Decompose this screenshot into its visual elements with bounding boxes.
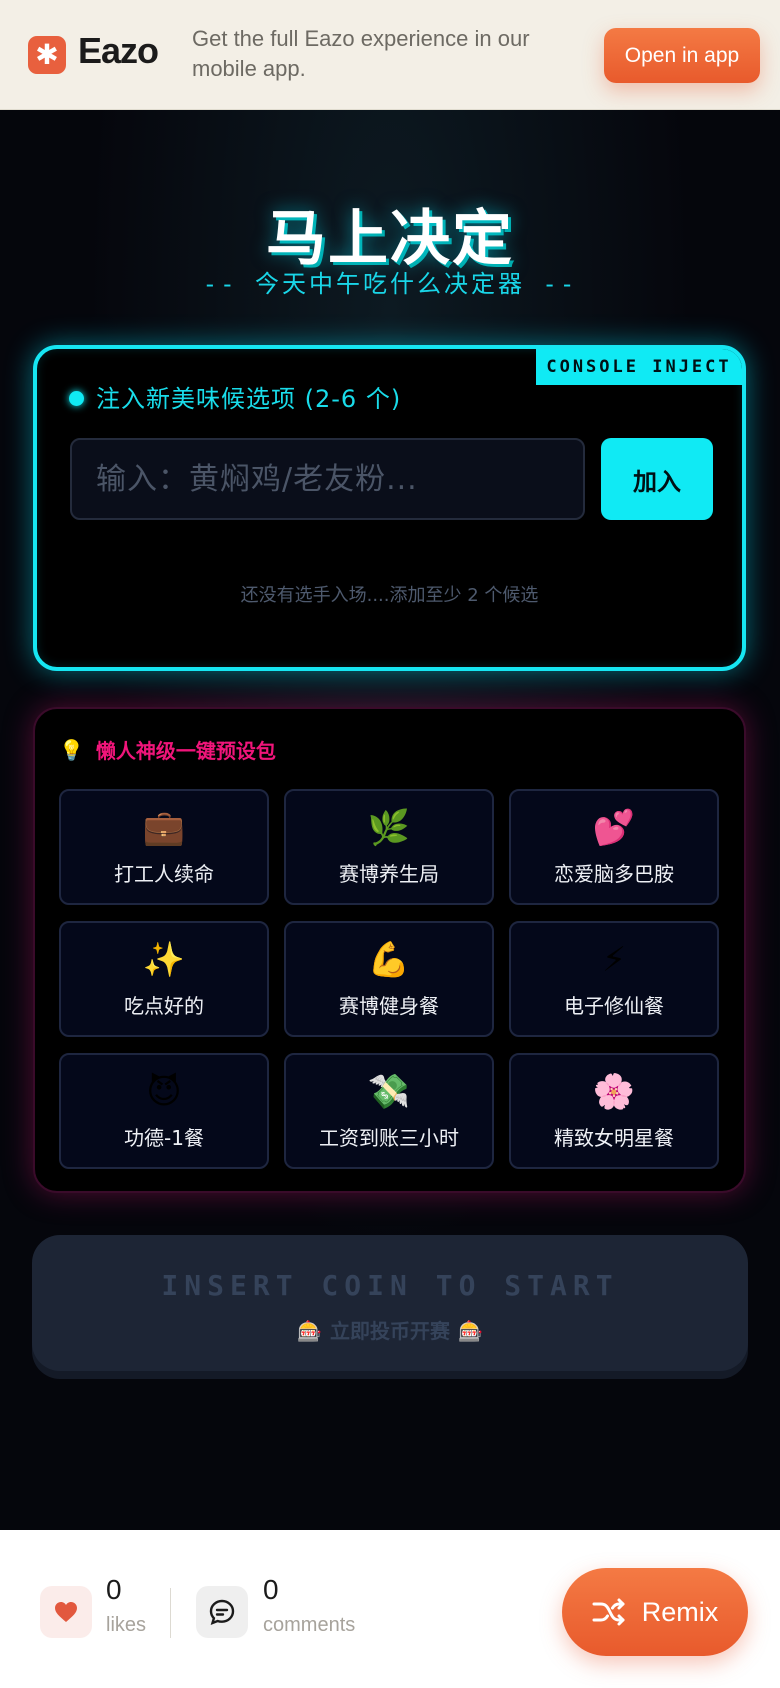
two-hearts-icon: 💕 xyxy=(592,807,636,848)
shuffle-icon xyxy=(592,1597,626,1627)
start-sub-text: 立即投币开赛 xyxy=(330,1319,450,1343)
money-wings-icon: 💸 xyxy=(367,1071,411,1112)
slot-machine-icon: 🎰 xyxy=(458,1319,483,1343)
preset-button[interactable]: 💕 恋爱脑多巴胺 xyxy=(509,789,719,905)
heart-icon xyxy=(55,1602,77,1622)
start-main-label: INSERT COIN TO START xyxy=(161,1269,619,1302)
empty-candidates-hint: 还没有选手入场....添加至少 2 个候选 xyxy=(240,585,539,606)
likes-count: 0 xyxy=(106,1574,122,1605)
lightning-icon: ⚡ xyxy=(602,939,626,980)
preset-button[interactable]: ✨ 吃点好的 xyxy=(59,921,269,1037)
herb-icon: 🌿 xyxy=(367,807,411,848)
preset-label: 电子修仙餐 xyxy=(564,993,664,1018)
eazo-logo-text: Eazo xyxy=(78,30,159,71)
remix-button[interactable]: Remix xyxy=(562,1568,748,1656)
insert-coin-start-button[interactable]: INSERT COIN TO START 🎰 立即投币开赛 🎰 xyxy=(32,1235,748,1371)
preset-header: 💡 懒人神级一键预设包 xyxy=(59,735,276,764)
like-button[interactable] xyxy=(40,1586,92,1638)
preset-button[interactable]: 💸 工资到账三小时 xyxy=(284,1053,494,1169)
inject-label: 注入新美味候选项 (2-6 个) xyxy=(96,385,402,413)
preset-button[interactable]: 😈 功德-1餐 xyxy=(59,1053,269,1169)
comments-label: comments xyxy=(263,1614,356,1636)
preset-button[interactable]: 🌿 赛博养生局 xyxy=(284,789,494,905)
console-inject-tag: CONSOLE INJECT xyxy=(536,349,742,385)
lightbulb-icon: 💡 xyxy=(59,737,84,762)
briefcase-icon: 💼 xyxy=(142,807,186,848)
preset-label: 精致女明星餐 xyxy=(554,1125,674,1150)
preset-button[interactable]: 🌸 精致女明星餐 xyxy=(509,1053,719,1169)
comment-button[interactable] xyxy=(196,1586,248,1638)
preset-label: 工资到账三小时 xyxy=(319,1125,459,1150)
devil-face-icon: 😈 xyxy=(146,1071,182,1112)
slot-machine-icon: 🎰 xyxy=(297,1319,322,1343)
eazo-logo-icon: ✱ xyxy=(28,36,66,74)
start-sub-label: 🎰 立即投币开赛 🎰 xyxy=(32,1315,748,1344)
footer-divider xyxy=(170,1588,171,1638)
preset-grid: 💼 打工人续命 🌿 赛博养生局 💕 恋爱脑多巴胺 ✨ 吃点好的 💪 赛博健身餐 ⚡ 电子修仙餐 😈 功德-… xyxy=(59,789,720,1169)
preset-label: 恋爱脑多巴胺 xyxy=(554,861,674,886)
preset-label: 赛博健身餐 xyxy=(339,993,439,1018)
bottom-action-bar: 0 likes 0 comments Remix xyxy=(0,1530,780,1688)
add-button[interactable]: 加入 xyxy=(601,438,713,520)
console-inject-panel: CONSOLE INJECT 注入新美味候选项 (2-6 个) 加入 还没有选手… xyxy=(33,345,746,671)
preset-label: 打工人续命 xyxy=(114,861,214,886)
page-subtitle: -- 今天中午吃什么决定器 -- xyxy=(202,270,578,298)
preset-label: 赛博养生局 xyxy=(339,861,439,886)
sparkles-icon: ✨ xyxy=(142,939,186,980)
preset-label: 吃点好的 xyxy=(124,993,204,1018)
preset-button[interactable]: 💼 打工人续命 xyxy=(59,789,269,905)
comments-count: 0 xyxy=(263,1574,279,1605)
preset-label: 功德-1餐 xyxy=(124,1125,204,1150)
preset-button[interactable]: ⚡ 电子修仙餐 xyxy=(509,921,719,1037)
app-banner: ✱ Eazo Get the full Eazo experience in o… xyxy=(0,0,780,110)
food-input[interactable] xyxy=(70,438,585,520)
app-main: 马上决定 -- 今天中午吃什么决定器 -- CONSOLE INJECT 注入新… xyxy=(0,110,780,1530)
flexed-biceps-icon: 💪 xyxy=(367,939,411,980)
comment-icon xyxy=(209,1599,235,1626)
status-dot-icon xyxy=(69,391,84,406)
preset-title: 懒人神级一键预设包 xyxy=(95,739,276,763)
preset-panel: 💡 懒人神级一键预设包 💼 打工人续命 🌿 赛博养生局 💕 恋爱脑多巴胺 ✨ 吃点好的 💪 赛博健… xyxy=(33,707,746,1193)
open-in-app-button[interactable]: Open in app xyxy=(604,28,760,83)
banner-promo-text: Get the full Eazo experience in our mobi… xyxy=(192,26,530,81)
remix-label: Remix xyxy=(641,1596,719,1627)
preset-button[interactable]: 💪 赛博健身餐 xyxy=(284,921,494,1037)
cherry-blossom-icon: 🌸 xyxy=(592,1071,636,1112)
likes-label: likes xyxy=(106,1614,147,1636)
